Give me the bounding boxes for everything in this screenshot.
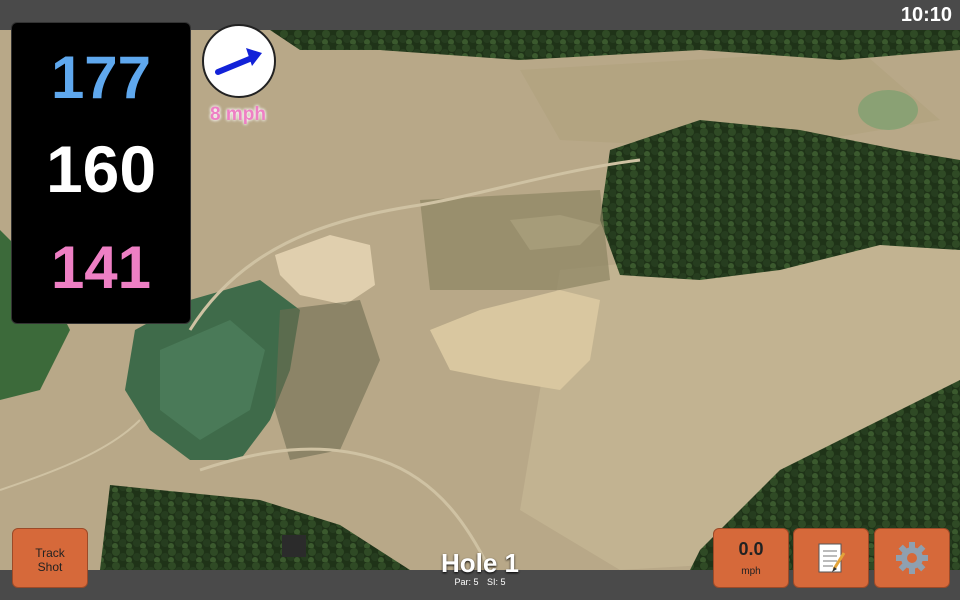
distance-front: 141 [50,234,152,301]
notes-button[interactable] [793,528,869,588]
wind-speed-label: 8 mph [210,104,266,125]
settings-button[interactable] [874,528,950,588]
hole-par: Par: 5 [454,577,479,587]
gear-icon [896,542,928,574]
wind-speed-button[interactable]: 0.0 mph [713,528,789,588]
distance-middle: 160 [45,132,157,206]
distance-panel: 177 160 141 [11,22,191,324]
wind-direction-arrow-icon [215,48,262,75]
wind-button-unit: mph [741,566,761,577]
wind-direction-indicator [202,24,276,98]
track-shot-button[interactable]: Track Shot [12,528,88,588]
distance-back: 177 [50,44,152,111]
track-shot-label-line2: Shot [37,560,63,574]
hole-info: Par: 5 SI: 5 [380,577,580,587]
notepad-icon [818,543,846,573]
wind-button-value: 0.0 [738,539,764,559]
hole-stroke-index: SI: 5 [487,577,506,587]
track-shot-label-line1: Track [35,546,65,560]
hole-title: Hole 1 [440,548,520,578]
clock: 10:10 [900,4,952,26]
